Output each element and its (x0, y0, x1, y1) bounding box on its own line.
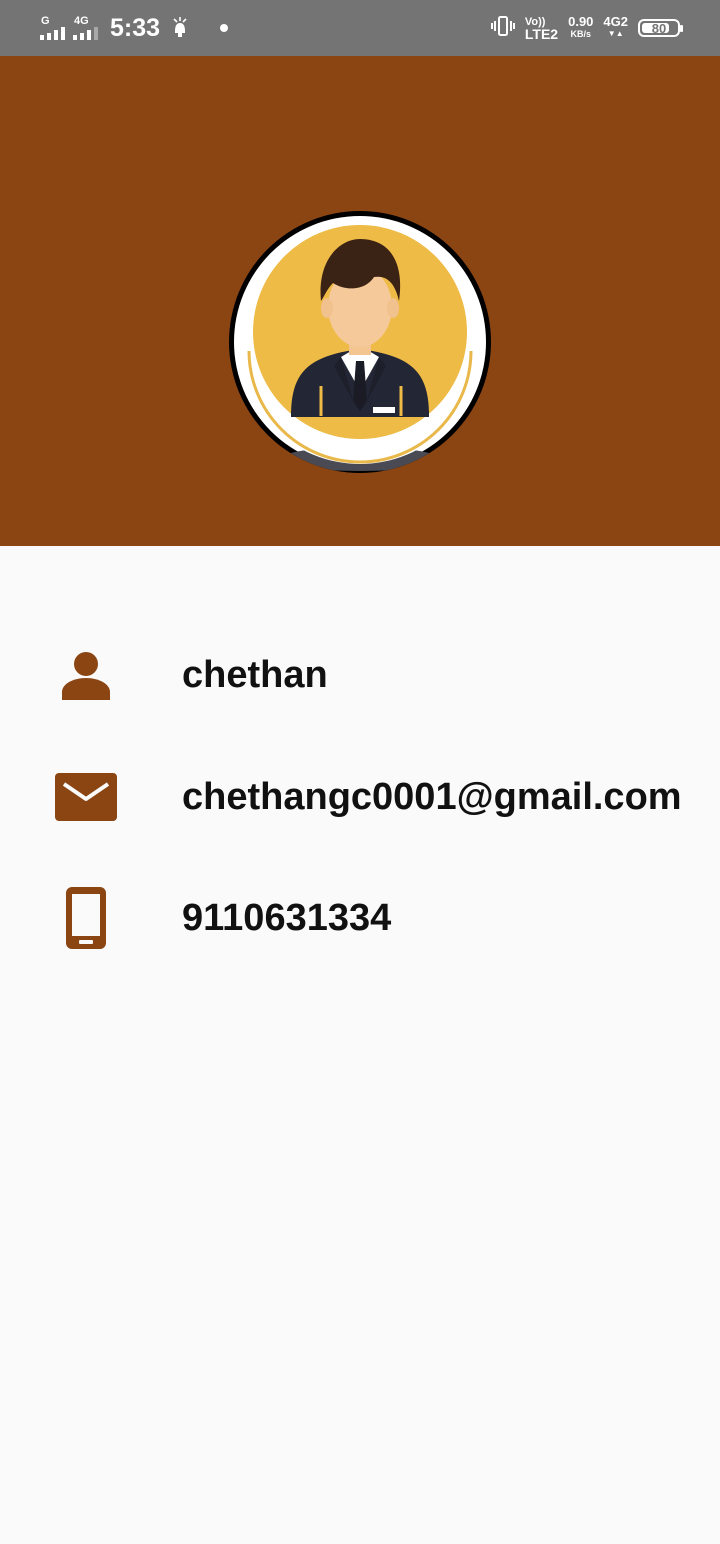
profile-name: chethan (182, 654, 328, 696)
mail-icon (52, 752, 120, 842)
notification-app-icon (172, 17, 188, 39)
profile-phone: 9110631334 (182, 897, 392, 939)
data-arrows-icon: ▼▲ (607, 29, 624, 38)
status-bar-left: G 4G 5:33 (40, 0, 229, 56)
battery-icon: 80 (638, 19, 683, 37)
sim2-label: 4G (74, 15, 89, 27)
speed-unit: KB/s (570, 29, 592, 39)
signal-icon (73, 27, 98, 40)
phone-icon (52, 873, 120, 963)
speed-value: 0.90 (568, 14, 594, 29)
phone-row: 9110631334 (0, 873, 720, 963)
battery-level: 80 (651, 20, 667, 36)
clock: 5:33 (110, 13, 161, 42)
status-bar-right: Vo)) LTE2 0.90 KB/s 4G2 ▼▲ 80 (490, 0, 683, 56)
email-row: chethangc0001@gmail.com (0, 752, 720, 842)
status-bar: G 4G 5:33 Vo)) LTE2 0.90 KB/s 4G2 ▼▲ 80 (0, 0, 720, 56)
name-row: chethan (0, 630, 720, 720)
person-icon (52, 630, 120, 720)
avatar[interactable] (229, 211, 491, 473)
sim1-label: G (41, 15, 50, 27)
sim2-signal: 4G (73, 16, 98, 40)
network-speed: 0.90 KB/s (568, 14, 594, 40)
vibrate-icon (490, 15, 515, 42)
network-type-label: 4G2 (603, 14, 628, 29)
avatar-businessman-icon (232, 214, 488, 471)
volte-bottom: LTE2 (524, 26, 559, 42)
network-type: 4G2 ▼▲ (603, 14, 628, 40)
notification-dot (220, 24, 229, 32)
volte-indicator: Vo)) LTE2 (524, 16, 559, 42)
signal-icon (40, 27, 65, 40)
sim1-signal: G (40, 16, 65, 40)
profile-email: chethangc0001@gmail.com (182, 776, 682, 818)
profile-header (0, 56, 720, 546)
